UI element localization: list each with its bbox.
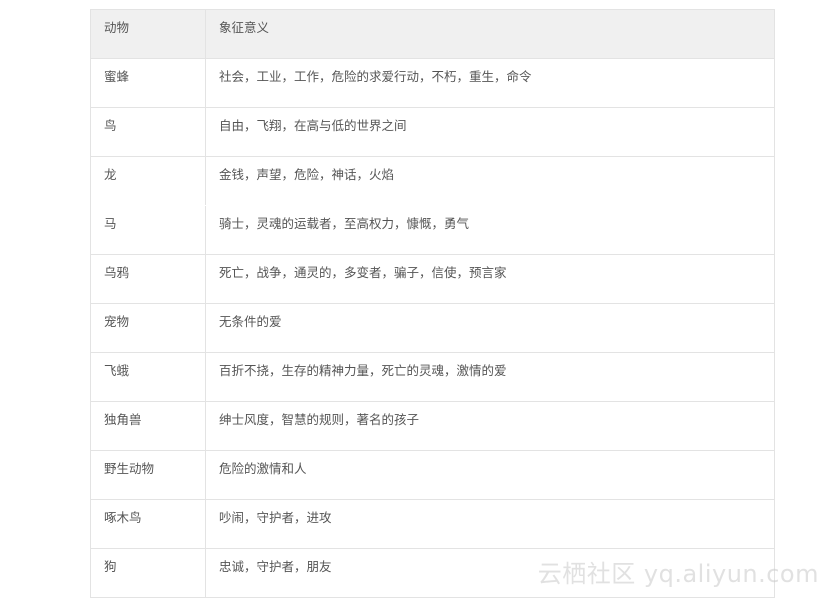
- animal-cell: 蜜蜂: [91, 59, 206, 107]
- header-meaning: 象征意义: [219, 20, 270, 35]
- meaning-cell: 骑士，灵魂的运载者，至高权力，慷慨，勇气: [219, 216, 470, 231]
- table-row: 啄木鸟 吵闹，守护者，进攻: [91, 500, 774, 549]
- table-row: 飞蛾 百折不挠，生存的精神力量，死亡的灵魂，激情的爱: [91, 353, 774, 402]
- animal-cell: 野生动物: [91, 451, 206, 499]
- table-row: 宠物 无条件的爱: [91, 304, 774, 353]
- meaning-cell: 死亡，战争，通灵的，多变者，骗子，信使，预言家: [219, 265, 507, 280]
- meaning-cell: 自由，飞翔，在高与低的世界之间: [219, 118, 407, 133]
- table-row: 鸟 自由，飞翔，在高与低的世界之间: [91, 108, 774, 157]
- meaning-cell: 无条件的爱: [219, 314, 282, 329]
- table-row: 独角兽 绅士风度，智慧的规则，著名的孩子: [91, 402, 774, 451]
- animal-cell: 马: [91, 206, 206, 254]
- animal-cell: 龙: [91, 157, 206, 205]
- meaning-cell: 百折不挠，生存的精神力量，死亡的灵魂，激情的爱: [219, 363, 507, 378]
- animal-cell: 鸟: [91, 108, 206, 156]
- header-animal: 动物: [91, 10, 206, 58]
- table-row: 马 骑士，灵魂的运载者，至高权力，慷慨，勇气: [91, 206, 774, 255]
- meaning-cell: 金钱，声望，危险，神话，火焰: [219, 167, 395, 182]
- meaning-cell: 社会，工业，工作，危险的求爱行动，不朽，重生，命令: [219, 69, 532, 84]
- table-header-row: 动物 象征意义: [91, 10, 774, 59]
- table-row: 蜜蜂 社会，工业，工作，危险的求爱行动，不朽，重生，命令: [91, 59, 774, 108]
- table-row: 野生动物 危险的激情和人: [91, 451, 774, 500]
- animal-cell: 乌鸦: [91, 255, 206, 303]
- animal-cell: 狗: [91, 549, 206, 597]
- watermark: 云栖社区 yq.aliyun.com: [537, 560, 819, 588]
- symbolism-table: 动物 象征意义 蜜蜂 社会，工业，工作，危险的求爱行动，不朽，重生，命令 鸟 自…: [90, 9, 775, 598]
- animal-cell: 宠物: [91, 304, 206, 352]
- animal-cell: 独角兽: [91, 402, 206, 450]
- table-row: 龙 金钱，声望，危险，神话，火焰: [91, 157, 774, 206]
- meaning-cell: 绅士风度，智慧的规则，著名的孩子: [219, 412, 420, 427]
- meaning-cell: 危险的激情和人: [219, 461, 307, 476]
- table-row: 乌鸦 死亡，战争，通灵的，多变者，骗子，信使，预言家: [91, 255, 774, 304]
- meaning-cell: 吵闹，守护者，进攻: [219, 510, 332, 525]
- animal-cell: 啄木鸟: [91, 500, 206, 548]
- animal-cell: 飞蛾: [91, 353, 206, 401]
